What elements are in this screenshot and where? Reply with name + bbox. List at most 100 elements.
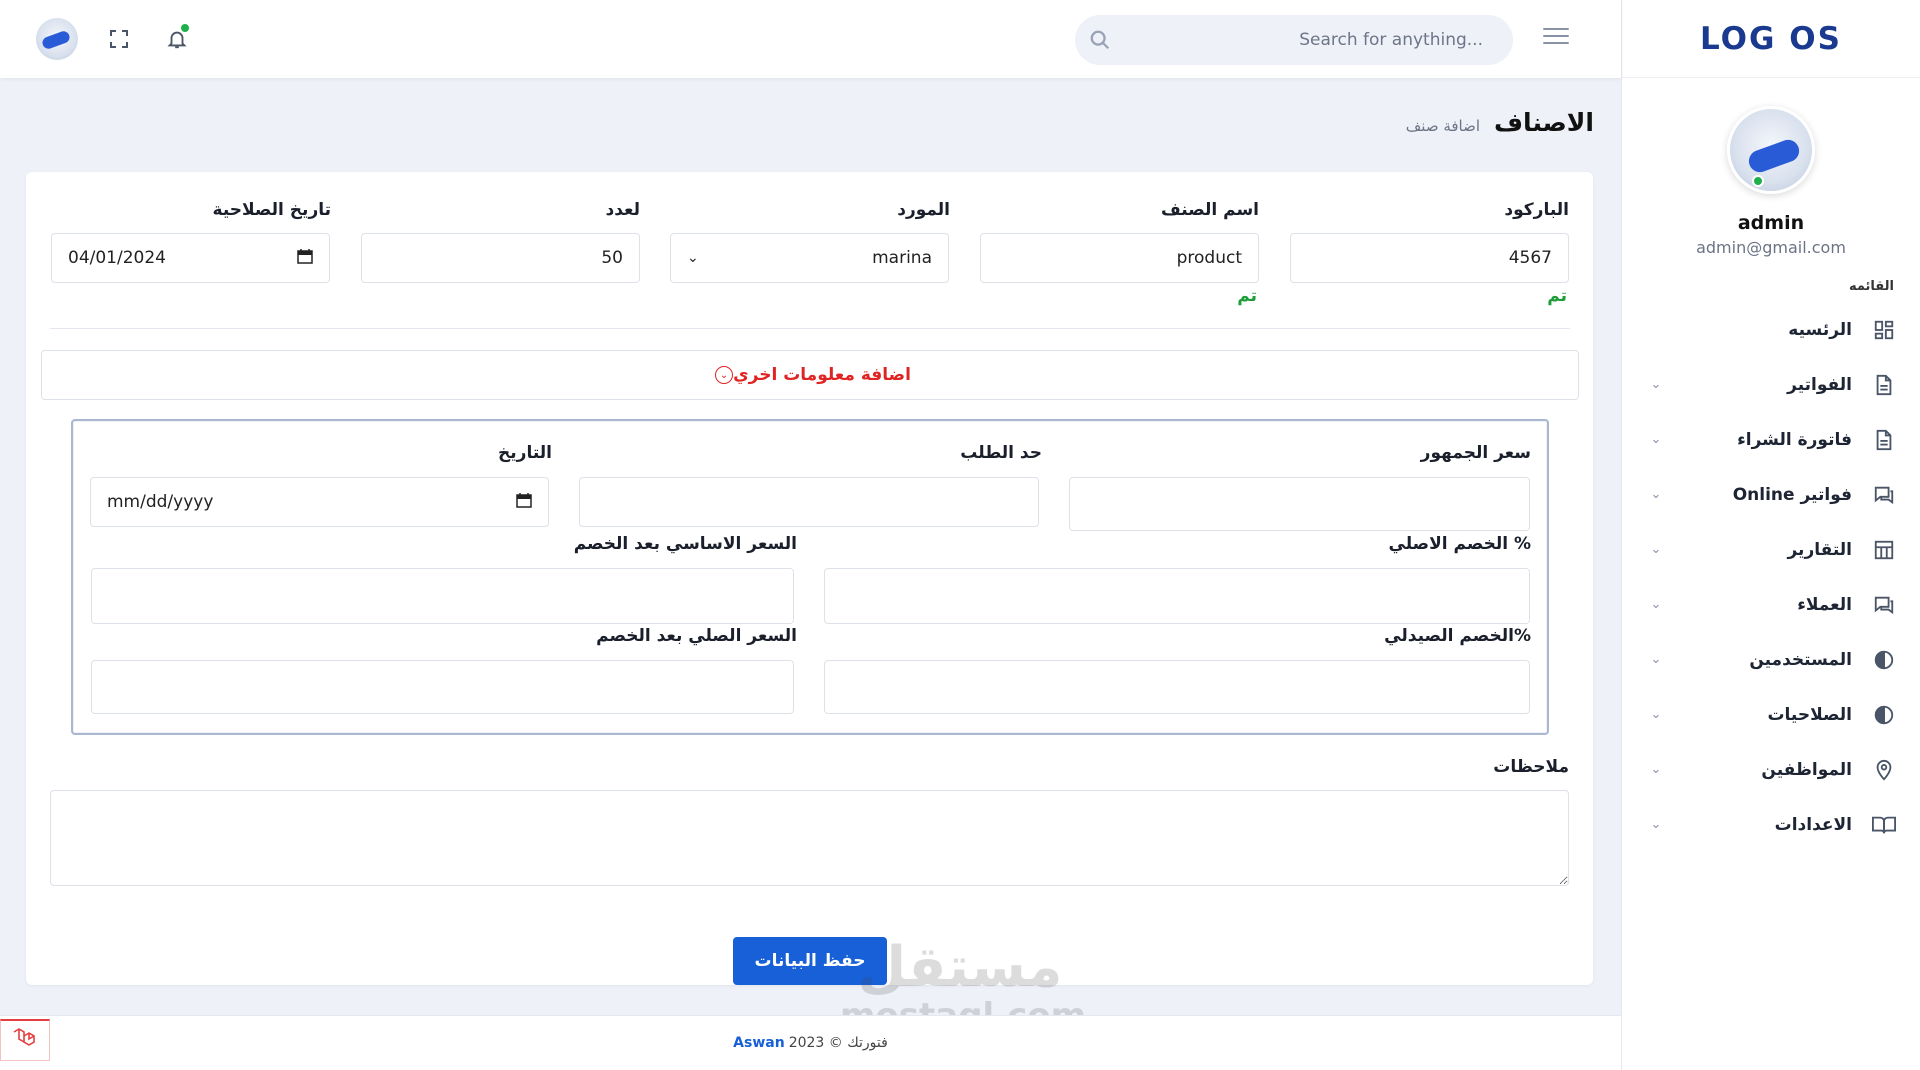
sidebar-item-users[interactable]: المستخدمين ⌄	[1622, 632, 1920, 687]
chevron-down-icon: ⌄	[1650, 597, 1662, 612]
more-info-label: اضافة معلومات اخري	[733, 365, 911, 385]
sidebar-item-label: فواتير Online	[1732, 484, 1852, 505]
notes-label: ملاحظات	[1493, 757, 1569, 777]
item-name-label: اسم الصنف	[1161, 200, 1259, 220]
date-field[interactable]: mm/dd/yyyy	[90, 477, 549, 527]
sidebar-item-label: التقارير	[1787, 539, 1852, 560]
date-label: التاريخ	[498, 443, 552, 463]
reorder-limit-field[interactable]	[579, 477, 1039, 527]
logo-text: LOG OS	[1700, 20, 1842, 57]
original-price-after-discount-label: السعر الصلي بعد الخصم	[596, 626, 797, 646]
sidebar-item-label: الصلاحيات	[1767, 704, 1852, 725]
calendar-icon[interactable]	[516, 492, 532, 513]
footer-brand-link[interactable]: Aswan	[733, 1035, 785, 1051]
expiry-label: تاريخ الصلاحية	[212, 200, 331, 220]
sidebar-item-label: الرئسيه	[1788, 319, 1852, 340]
original-price-after-discount-field[interactable]	[91, 660, 794, 714]
sidebar-item-label: المستخدمين	[1749, 649, 1852, 670]
avatar[interactable]	[36, 18, 78, 60]
item-name-status: تم	[1237, 286, 1257, 306]
search-input[interactable]	[1105, 30, 1483, 50]
chevron-down-icon: ⌄	[1650, 817, 1662, 832]
retail-price-field[interactable]	[1069, 477, 1530, 531]
sidebar-item-purchase-invoice[interactable]: فاتورة الشراء ⌄	[1622, 412, 1920, 467]
barcode-status: تم	[1547, 286, 1567, 306]
app-logo[interactable]: LOG OS	[1622, 0, 1920, 78]
chevron-down-icon: ⌄	[1650, 542, 1662, 557]
pharmacist-discount-field[interactable]	[824, 660, 1530, 714]
date-placeholder: mm/dd/yyyy	[107, 492, 214, 512]
sidebar-item-label: فاتورة الشراء	[1737, 429, 1852, 450]
sidebar-item-reports[interactable]: التقارير ⌄	[1622, 522, 1920, 577]
half-circle-icon	[1872, 703, 1896, 727]
calendar-icon[interactable]	[297, 248, 313, 269]
item-name-field[interactable]: product	[980, 233, 1259, 283]
expiry-date-field[interactable]: 04/01/2024	[51, 233, 330, 283]
expiry-value: 04/01/2024	[68, 248, 166, 268]
topbar	[0, 0, 1621, 78]
document-icon	[1872, 428, 1896, 452]
map-pin-icon	[1872, 758, 1896, 782]
sidebar-item-settings[interactable]: الاعدادات ⌄	[1622, 797, 1920, 852]
divider	[50, 328, 1570, 329]
chat-icon	[1872, 483, 1896, 507]
sidebar-item-permissions[interactable]: الصلاحيات ⌄	[1622, 687, 1920, 742]
laravel-icon	[12, 1027, 38, 1055]
base-price-after-discount-label: السعر الاساسي بعد الخصم	[573, 534, 797, 554]
chevron-down-icon: ⌄	[1650, 377, 1662, 392]
pharmacist-discount-label: الخصم الصيدلي%	[1384, 626, 1531, 646]
sidebar-item-home[interactable]: الرئسيه	[1622, 302, 1920, 357]
sidebar-item-online-invoices[interactable]: فواتير Online ⌄	[1622, 467, 1920, 522]
chat-icon	[1872, 593, 1896, 617]
chevron-circle-icon: ⌄	[715, 366, 734, 384]
sidebar: LOG OS admin admin@gmail.com القائمه الر…	[1621, 0, 1920, 1070]
chevron-down-icon: ⌄	[1650, 652, 1662, 667]
search-icon[interactable]	[1089, 29, 1111, 51]
chevron-down-icon: ⌄	[1650, 487, 1662, 502]
chevron-down-icon: ⌄	[1650, 432, 1662, 447]
supplier-label: المورد	[897, 200, 950, 220]
barcode-label: الباركود	[1504, 200, 1569, 220]
item-form-card: الباركود اسم الصنف المورد لعدد تاريخ الص…	[26, 172, 1593, 985]
barcode-value: 4567	[1508, 248, 1552, 268]
original-discount-field[interactable]	[824, 568, 1530, 624]
bell-icon[interactable]	[164, 24, 190, 52]
barcode-field[interactable]: 4567	[1290, 233, 1569, 283]
item-name-value: product	[1176, 248, 1242, 268]
menu-toggle-icon[interactable]	[1543, 28, 1569, 50]
debugbar-toggle[interactable]	[0, 1019, 50, 1061]
dashboard-icon	[1872, 318, 1896, 342]
menu-title: القائمه	[1848, 279, 1894, 294]
chevron-down-icon: ⌄	[687, 250, 699, 266]
fullscreen-icon[interactable]	[106, 26, 132, 52]
online-status-dot	[1752, 175, 1764, 187]
sidebar-item-label: العملاء	[1797, 594, 1852, 615]
supplier-select[interactable]: ⌄ marina	[670, 233, 949, 283]
sidebar-item-label: المواظفين	[1761, 759, 1852, 780]
base-price-after-discount-field[interactable]	[91, 568, 794, 624]
avatar[interactable]	[1727, 106, 1815, 194]
notes-textarea[interactable]	[50, 790, 1569, 886]
half-circle-icon	[1872, 648, 1896, 672]
chevron-down-icon: ⌄	[1650, 762, 1662, 777]
sidebar-item-label: الاعدادات	[1774, 814, 1852, 835]
sidebar-item-customers[interactable]: العملاء ⌄	[1622, 577, 1920, 632]
footer: فتورتك © 2023 Aswan	[0, 1015, 1621, 1070]
quantity-field[interactable]: 50	[361, 233, 640, 283]
more-info-toggle[interactable]: ⌄ اضافة معلومات اخري	[41, 350, 1579, 400]
page-title: الاصناف	[1494, 108, 1594, 137]
document-icon	[1872, 373, 1896, 397]
original-discount-label: الخصم الاصلي %	[1388, 534, 1531, 554]
reorder-limit-label: حد الطلب	[960, 443, 1042, 463]
sidebar-item-invoices[interactable]: الفواتير ⌄	[1622, 357, 1920, 412]
sidebar-item-label: الفواتير	[1787, 374, 1852, 395]
save-button[interactable]: حفظ البيانات	[733, 937, 887, 985]
table-icon	[1872, 538, 1896, 562]
supplier-value: marina	[872, 248, 932, 268]
book-icon	[1872, 813, 1896, 837]
sidebar-item-employees[interactable]: المواظفين ⌄	[1622, 742, 1920, 797]
breadcrumb[interactable]: اضافة صنف	[1406, 117, 1480, 135]
footer-copyright: فتورتك © 2023	[788, 1035, 888, 1051]
chevron-down-icon: ⌄	[1650, 707, 1662, 722]
user-profile: admin admin@gmail.com	[1622, 78, 1920, 257]
